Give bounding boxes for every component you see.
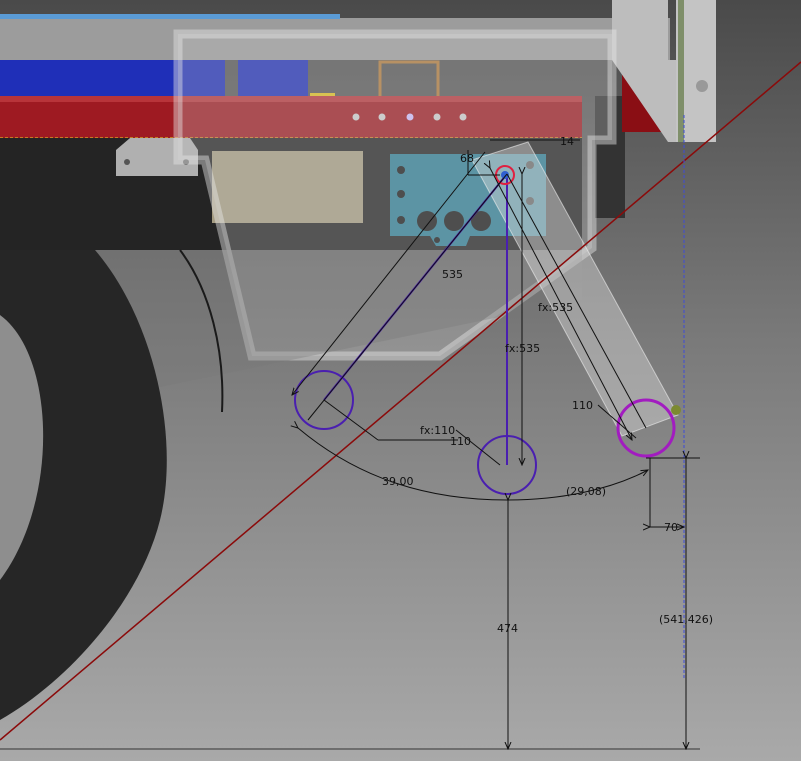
column-edge bbox=[678, 0, 684, 142]
dim-label-fx535-right[interactable]: fx:535 bbox=[538, 301, 573, 314]
dim-label-535-top[interactable]: 535 bbox=[442, 268, 463, 281]
top-blue-strip bbox=[0, 14, 340, 19]
cad-sketch-canvas[interactable]: 68 14 535 fx:535 fx:535 110 fx:110 110 3… bbox=[0, 0, 801, 761]
dim-label-110-right[interactable]: 110 bbox=[572, 399, 593, 412]
green-point bbox=[671, 405, 681, 415]
dim-label-angle-29[interactable]: (29,08) bbox=[566, 485, 606, 498]
dim-label-angle-39[interactable]: 39,00 bbox=[382, 475, 414, 488]
dim-label-474[interactable]: 474 bbox=[497, 622, 518, 635]
dim-label-68[interactable]: 68 bbox=[460, 152, 474, 165]
dim-label-70[interactable]: 70 bbox=[664, 521, 678, 534]
dim-label-541[interactable]: (541,426) bbox=[659, 613, 713, 626]
cad-viewport[interactable]: 68 14 535 fx:535 fx:535 110 fx:110 110 3… bbox=[0, 0, 801, 761]
dim-label-110-left[interactable]: 110 bbox=[450, 435, 471, 448]
model-geometry bbox=[0, 0, 716, 750]
dim-label-fx535-mid[interactable]: fx:535 bbox=[505, 342, 540, 355]
dim-label-14[interactable]: 14 bbox=[560, 135, 574, 148]
